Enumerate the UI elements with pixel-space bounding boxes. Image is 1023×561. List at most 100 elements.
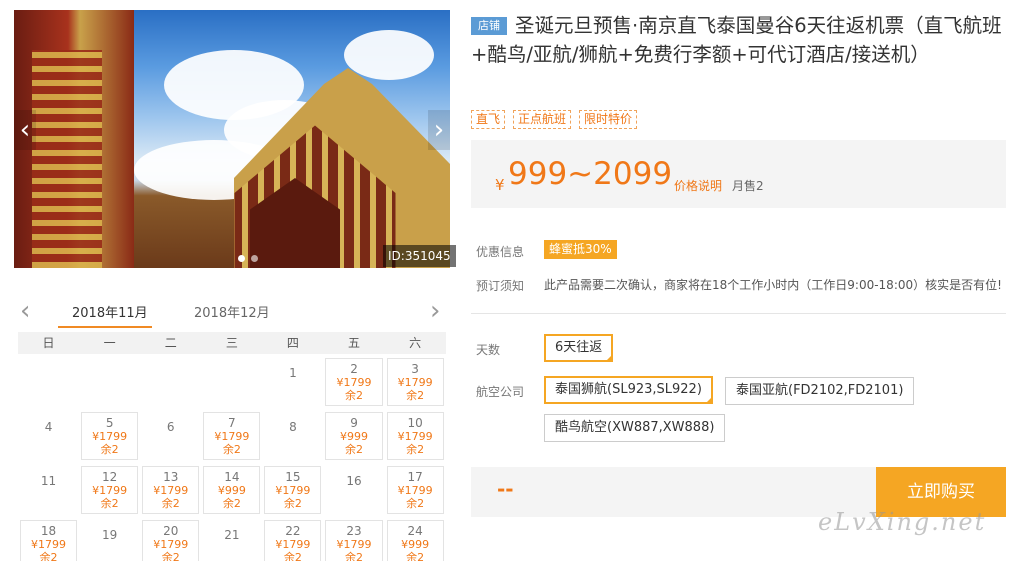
calendar-day-stock: 余2 — [345, 443, 364, 456]
tab-month-nov[interactable]: 2018年11月 — [72, 302, 148, 321]
calendar-day-number: 14 — [224, 470, 240, 484]
calendar-day-stock: 余2 — [406, 443, 425, 456]
calendar-week-row: 1 2 ¥1799 余2 3 ¥1799 余2 — [18, 358, 446, 408]
calendar-weeks: 1 2 ¥1799 余2 3 ¥1799 余2 4 5 ¥1799 余2 6 7 ¥1799 余2 8 9 ¥99… — [18, 358, 446, 561]
calendar-day — [79, 358, 140, 406]
calendar-day — [18, 358, 79, 406]
calendar-day-available[interactable]: 3 ¥1799 余2 — [386, 358, 444, 406]
option-airline-lion[interactable]: 泰国狮航(SL923,SL922) — [544, 376, 713, 404]
calendar-day-price: ¥999 — [217, 484, 246, 497]
weekday-label: 五 — [348, 336, 361, 350]
calendar-day-stock: 余2 — [222, 497, 241, 510]
calendar-day-price: ¥1799 — [153, 484, 189, 497]
calendar-day-available[interactable]: 10 ¥1799 余2 — [386, 412, 444, 460]
weekday-label: 二 — [164, 336, 177, 350]
photo-prev-icon[interactable]: ‹ — [14, 110, 36, 150]
option-airline-airasia[interactable]: 泰国亚航(FD2102,FD2101) — [725, 377, 915, 405]
calendar-day-price: ¥1799 — [153, 538, 189, 551]
shop-badge: 店铺 — [471, 17, 507, 35]
price-currency: ¥ — [495, 176, 505, 194]
calendar-day-stock: 余2 — [283, 551, 302, 561]
calendar-day-stock: 余2 — [161, 551, 180, 561]
calendar-day-price: ¥999 — [401, 538, 430, 551]
calendar-day: 19 — [79, 520, 140, 561]
photo-cloud — [344, 30, 434, 80]
calendar-day-number: 24 — [407, 524, 423, 538]
calendar-day-number — [140, 358, 201, 366]
calendar-day — [140, 358, 201, 406]
price-note-link[interactable]: 价格说明 — [674, 177, 722, 194]
calendar-day-available[interactable]: 24 ¥999 余2 — [386, 520, 444, 561]
calendar-day-price: ¥1799 — [92, 430, 128, 443]
calendar-week-row: 18 ¥1799 余2 19 20 ¥1799 余2 21 22 ¥1799 余2 23 ¥1799 余2… — [18, 520, 446, 561]
calendar-day-number: 1 — [289, 366, 297, 380]
calendar-day-available[interactable]: 22 ¥1799 余2 — [264, 520, 322, 561]
calendar-day-available[interactable]: 14 ¥999 余2 — [203, 466, 261, 514]
calendar-day-number: 9 — [350, 416, 358, 430]
calendar-day-available[interactable]: 23 ¥1799 余2 — [325, 520, 383, 561]
photo-next-icon[interactable]: › — [428, 110, 450, 150]
calendar-day-available[interactable]: 12 ¥1799 余2 — [81, 466, 139, 514]
site-watermark: eLvXing.net — [818, 508, 987, 536]
calendar-day-available[interactable]: 9 ¥999 余2 — [325, 412, 383, 460]
monthly-sales: 月售2 — [732, 179, 764, 193]
calendar-weekday-header: 日 一 二 三 四 五 六 — [18, 332, 446, 354]
calendar-day-number — [18, 358, 79, 366]
calendar-day-number: 20 — [163, 524, 179, 538]
calendar-day-stock: 余2 — [345, 389, 364, 402]
calendar-day-stock: 余2 — [406, 497, 425, 510]
calendar-day-available[interactable]: 18 ¥1799 余2 — [20, 520, 78, 561]
calendar-day-available[interactable]: 13 ¥1799 余2 — [142, 466, 200, 514]
promo-badge: 蜂蜜抵30% — [544, 240, 617, 259]
calendar-day-available[interactable]: 15 ¥1799 余2 — [264, 466, 322, 514]
product-photo[interactable] — [14, 10, 450, 268]
calendar-day-number: 13 — [163, 470, 179, 484]
calendar-day: 11 — [18, 466, 79, 514]
calendar-day-available[interactable]: 17 ¥1799 余2 — [386, 466, 444, 514]
calendar-day-number: 10 — [407, 416, 423, 430]
tag-limited-offer: 限时特价 — [579, 110, 638, 129]
calendar-day: 16 — [323, 466, 384, 514]
airline-label: 航空公司 — [476, 385, 525, 399]
carousel-dot[interactable] — [238, 255, 245, 262]
calendar-day-number — [201, 358, 262, 366]
option-airline-scoot[interactable]: 酷鸟航空(XW887,XW888) — [544, 414, 726, 442]
calendar-day-price: ¥1799 — [214, 430, 250, 443]
calendar-day-stock: 余2 — [222, 443, 241, 456]
product-tags: 直飞 正点航班 限时特价 — [471, 110, 638, 129]
calendar-day-available[interactable]: 7 ¥1799 余2 — [203, 412, 261, 460]
price-range: 999~2099 — [508, 156, 673, 192]
calendar-day-available[interactable]: 5 ¥1799 余2 — [81, 412, 139, 460]
calendar-day-number: 18 — [40, 524, 57, 538]
calendar-day-available[interactable]: 20 ¥1799 余2 — [142, 520, 200, 561]
calendar-day-number: 4 — [44, 420, 53, 434]
calendar-day-number: 23 — [346, 524, 362, 538]
days-label: 天数 — [476, 343, 501, 357]
calendar-grid: 日 一 二 三 四 五 六 1 2 ¥1799 余2 3 ¥1799 余2 4 5 ¥1799 余2… — [18, 332, 446, 561]
calendar-day-number: 12 — [102, 470, 118, 484]
calendar-day-price: ¥1799 — [275, 484, 311, 497]
calendar-day: 1 — [262, 358, 323, 406]
calendar-day-price: ¥1799 — [336, 376, 372, 389]
weekday-label: 六 — [409, 336, 422, 350]
calendar-day-number: 22 — [285, 524, 301, 538]
product-title: 圣诞元旦预售·南京直飞泰国曼谷6天往返机票（直飞航班+酷鸟/亚航/狮航+免费行李… — [471, 14, 1002, 66]
calendar-day-stock: 余2 — [345, 551, 364, 561]
calendar-day-number: 15 — [285, 470, 301, 484]
calendar-day-number: 6 — [166, 420, 175, 434]
calendar-day-number: 7 — [228, 416, 236, 430]
calendar-next-icon[interactable]: › — [430, 298, 440, 324]
weekday-label: 日 — [42, 336, 55, 350]
quantity-display: -- — [497, 477, 514, 501]
calendar-day-price: ¥1799 — [275, 538, 311, 551]
option-days-6[interactable]: 6天往返 — [544, 334, 614, 362]
active-tab-indicator — [58, 326, 152, 328]
photo-carousel-dots — [238, 255, 258, 262]
carousel-dot[interactable] — [251, 255, 258, 262]
tab-month-dec[interactable]: 2018年12月 — [194, 302, 270, 321]
calendar-day-available[interactable]: 2 ¥1799 余2 — [325, 358, 383, 406]
calendar-day: 6 — [140, 412, 201, 460]
calendar-day-stock: 余2 — [100, 443, 119, 456]
calendar-prev-icon[interactable]: ‹ — [20, 298, 30, 324]
weekday-label: 三 — [225, 336, 238, 350]
